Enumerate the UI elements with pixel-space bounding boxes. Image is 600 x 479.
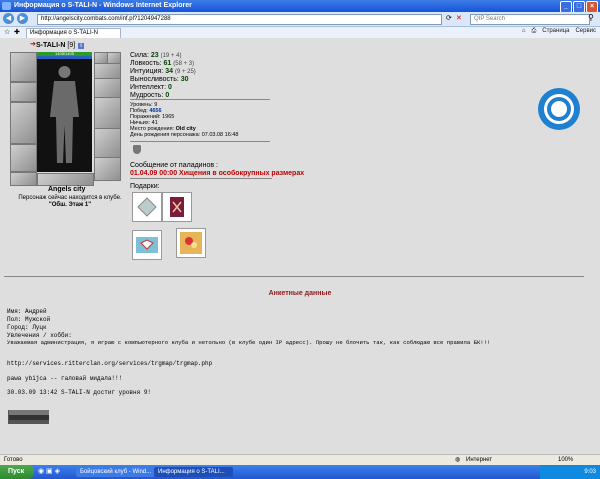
clock: 9:03 (584, 469, 596, 475)
belt-slot-2[interactable] (37, 173, 94, 186)
anketa-event: 30.03.09 13:42 S-TALI-N достиг уровня 9! (7, 389, 152, 396)
arrow-icon: ➔ (30, 41, 36, 48)
shield-slot[interactable] (94, 97, 121, 129)
stop-icon[interactable]: ✕ (456, 14, 462, 22)
section-divider (4, 276, 584, 277)
zone-text: Интернет (466, 457, 493, 463)
anketa-hobby-label: Увлечения / хобби: (7, 332, 72, 339)
back-button[interactable]: ◀ (3, 13, 14, 24)
paladin-title: Сообщение от паладинов : (130, 162, 218, 169)
ie-icon (2, 2, 11, 10)
divider (130, 178, 272, 179)
url-field[interactable]: http://angelscity.combats.com/inf.pl?120… (37, 14, 442, 25)
system-tray: 9:03 (540, 465, 600, 479)
stat-row: Интуиция: 34 (9 + 25) (130, 68, 196, 75)
address-bar: ◀ ▶ http://angelscity.combats.com/inf.pl… (0, 12, 600, 27)
belt-slot-1[interactable] (10, 172, 37, 186)
quicklaunch-icons[interactable]: ◉ ▣ ◈ (38, 467, 60, 475)
stat-row: Ловкость: 61 (58 + 3) (130, 60, 195, 67)
character-figure (37, 59, 92, 172)
anketa-link[interactable]: http://services.ritterclan.org/services/… (7, 360, 212, 367)
stat-row: Интеллект: 0 (130, 84, 172, 91)
armor-slot[interactable] (10, 144, 37, 172)
anketa-city: Город: Луцк (7, 324, 47, 331)
anketa-gender: Пол: Мужской (7, 316, 51, 323)
home-icon[interactable]: ⌂ (522, 28, 526, 35)
window-title: Информация о S-TALI-N - Windows Internet… (14, 2, 192, 9)
angels-city-logo[interactable] (538, 88, 580, 130)
anketa-title: Анкетные данные (268, 290, 332, 297)
gift-item[interactable] (176, 228, 206, 258)
gloves-slot[interactable] (94, 78, 121, 98)
command-bar: ⌂ ⎙ Страница Сервис (522, 28, 596, 35)
print-icon[interactable]: ⎙ (531, 28, 536, 35)
favorites-star-icon[interactable]: ☆ (4, 28, 10, 36)
location-room: "Обш. Этаж 1" (48, 202, 92, 208)
character-name: S-TALI-N [9] i (36, 42, 85, 49)
tools-menu[interactable]: Сервис (575, 28, 596, 35)
gift-item[interactable] (132, 230, 162, 260)
taskbar-item-club[interactable]: Бойцовский клуб - Wind... (76, 467, 155, 477)
anketa-name: Имя: Андрей (7, 308, 47, 315)
status-text: Готово (4, 457, 23, 463)
amulet-slot[interactable] (94, 63, 121, 79)
gift-flowers-icon (180, 232, 202, 254)
search-input[interactable]: QIP Search (470, 14, 590, 25)
pants-slot[interactable] (94, 128, 121, 158)
gift-card-icon (136, 237, 158, 253)
refresh-icon[interactable]: ⟳ (446, 14, 452, 22)
gifts-label: Подарки: (130, 183, 160, 190)
gift-item[interactable] (162, 192, 192, 222)
divider (130, 99, 270, 100)
stat-row: Выносливость: 30 (130, 76, 189, 83)
gift-book-icon (170, 197, 184, 217)
add-favorites-icon[interactable]: ✚ (14, 28, 20, 36)
taskbar-item-info[interactable]: Информация о S-TALI... (154, 467, 233, 477)
page-content: ➔ S-TALI-N [9] i 1405/1405 Angels city П… (0, 38, 600, 454)
page-menu[interactable]: Страница (542, 28, 569, 35)
divider (130, 141, 270, 142)
zoom-level[interactable]: 100% (558, 455, 573, 465)
character-doll: 1405/1405 (10, 52, 130, 186)
character-info: Уровень: 9 Побед: 4656 Поражений: 1965 Н… (130, 102, 239, 138)
anketa-hobby-text: Уважаемая администрация, я играю с компь… (7, 339, 491, 346)
gift-diamond-icon (137, 197, 157, 217)
info-icon[interactable]: i (78, 43, 85, 49)
taskbar: Пуск ◉ ▣ ◈ Бойцовский клуб - Wind... Инф… (0, 465, 600, 479)
location-note: Персонаж сейчас находится в клубе. (18, 195, 122, 201)
info-birthday: 07.03.08 16:48 (201, 132, 239, 138)
character-silhouette-icon (50, 66, 79, 163)
character-nick[interactable]: S-TALI-N (36, 42, 65, 49)
weapon-slot[interactable] (10, 102, 37, 144)
character-level: [9] (67, 42, 76, 49)
stats-block: Сила: 23 (19 + 4) Ловкость: 61 (58 + 3) … (130, 52, 196, 100)
forward-button[interactable]: ▶ (17, 13, 28, 24)
gift-item[interactable] (132, 192, 162, 222)
bracers-slot[interactable] (10, 82, 37, 102)
globe-icon: ◍ (455, 457, 461, 463)
helmet-slot[interactable] (10, 52, 37, 82)
boots-slot[interactable] (94, 157, 121, 181)
search-icon[interactable]: ⚲ (588, 13, 594, 22)
city-name: Angels city (48, 186, 86, 193)
start-button[interactable]: Пуск (0, 465, 34, 479)
site-counter-badge[interactable] (8, 410, 49, 424)
status-bar: Готово ◍ Интернет 100% (0, 454, 600, 465)
clan-shield-icon[interactable] (133, 145, 141, 154)
window-titlebar: Информация о S-TALI-N - Windows Internet… (0, 0, 600, 13)
paladin-message: 01.04.09 00:00 Хищения в особокрупных ра… (130, 170, 305, 177)
info-losses: 1965 (162, 114, 175, 120)
stat-row: Сила: 23 (19 + 4) (130, 52, 182, 59)
location-info: Персонаж сейчас находится в клубе. "Обш.… (10, 195, 130, 209)
anketa-quote: pawa ybijca -- галовай мидала!!! (7, 375, 123, 382)
